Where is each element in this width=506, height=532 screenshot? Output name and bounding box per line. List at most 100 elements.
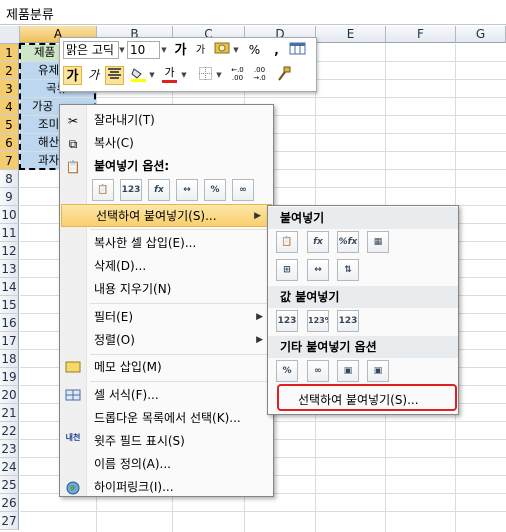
menu-item-insert-comment[interactable]: 메모 삽입(M) bbox=[60, 356, 273, 379]
menu-item-delete[interactable]: 삭제(D)... bbox=[60, 255, 273, 278]
submenu-no-borders-button[interactable]: ⊞ bbox=[276, 259, 298, 281]
paste-link-button[interactable]: ∞ bbox=[232, 179, 254, 201]
menu-item-label: 복사한 셀 삽입(E)... bbox=[94, 236, 197, 250]
row-header-4[interactable]: 4 bbox=[0, 98, 19, 116]
menu-item-paste-special[interactable]: 선택하여 붙여넣기(S)... ▶ bbox=[61, 204, 272, 227]
select-all-corner[interactable] bbox=[0, 26, 20, 44]
row-header-15[interactable]: 15 bbox=[0, 296, 19, 314]
row-header-20[interactable]: 20 bbox=[0, 386, 19, 404]
row-header-24[interactable]: 24 bbox=[0, 458, 19, 476]
submenu-picture-button[interactable]: ▣ bbox=[337, 360, 359, 382]
menu-item-format-cells[interactable]: 셀 서식(F)... bbox=[60, 384, 273, 407]
paste-transpose-button[interactable]: ↔ bbox=[176, 179, 198, 201]
accounting-format-button[interactable] bbox=[213, 41, 232, 60]
column-header-g[interactable]: G bbox=[456, 26, 506, 43]
menu-item-cut[interactable]: ✂ 잘라내기(T) bbox=[60, 109, 273, 132]
row-header-21[interactable]: 21 bbox=[0, 404, 19, 422]
row-header-17[interactable]: 17 bbox=[0, 332, 19, 350]
row-header-9[interactable]: 9 bbox=[0, 188, 19, 206]
row-header-12[interactable]: 12 bbox=[0, 242, 19, 260]
italic-button[interactable]: 가 bbox=[84, 66, 103, 85]
submenu-formatting-button[interactable]: % bbox=[276, 360, 298, 382]
row-header-5[interactable]: 5 bbox=[0, 116, 19, 134]
submenu-formulas-number-format-button[interactable]: %fx bbox=[337, 231, 359, 253]
paste-formulas-button[interactable]: fx bbox=[148, 179, 170, 201]
row-header-6[interactable]: 6 bbox=[0, 134, 19, 152]
submenu-values-button[interactable]: 123 bbox=[276, 310, 298, 332]
submenu-keep-source-format-button[interactable]: ▦ bbox=[367, 231, 389, 253]
row-header-8[interactable]: 8 bbox=[0, 170, 19, 188]
row-header-16[interactable]: 16 bbox=[0, 314, 19, 332]
borders-button[interactable] bbox=[196, 66, 215, 85]
font-name-box[interactable]: 맑은 고딕 bbox=[63, 41, 119, 59]
row-header-13[interactable]: 13 bbox=[0, 260, 19, 278]
row-header-18[interactable]: 18 bbox=[0, 350, 19, 368]
chevron-down-icon[interactable]: ▼ bbox=[148, 66, 156, 84]
paste-button[interactable]: 📋 bbox=[92, 179, 114, 201]
font-color-button[interactable]: 가 bbox=[160, 66, 179, 85]
row-header-1[interactable]: 1 bbox=[0, 44, 19, 62]
submenu-paste-link-button[interactable]: ∞ bbox=[307, 360, 329, 382]
align-center-button[interactable] bbox=[105, 66, 124, 85]
submenu-keep-column-widths-button[interactable]: ↔ bbox=[307, 259, 329, 281]
menu-item-label: 드롭다운 목록에서 선택(K)... bbox=[94, 411, 241, 425]
paste-formatting-button[interactable]: % bbox=[204, 179, 226, 201]
menu-item-clear-contents[interactable]: 내용 지우기(N) bbox=[60, 278, 273, 301]
row-header-26[interactable]: 26 bbox=[0, 494, 19, 512]
decrease-decimal-button[interactable]: .00 →.0 bbox=[250, 66, 269, 85]
row-header-19[interactable]: 19 bbox=[0, 368, 19, 386]
menu-item-sort[interactable]: 정렬(O) ▶ bbox=[60, 329, 273, 352]
row-header-7[interactable]: 7 bbox=[0, 152, 19, 170]
column-header-f[interactable]: F bbox=[386, 26, 456, 43]
formula-bar[interactable]: 제품분류 bbox=[0, 0, 506, 25]
chevron-down-icon[interactable]: ▼ bbox=[180, 66, 188, 84]
menu-item-label: 필터(E) bbox=[94, 310, 134, 324]
gridline bbox=[20, 511, 506, 512]
copy-icon: ⧉ bbox=[68, 137, 78, 151]
chevron-down-icon[interactable]: ▼ bbox=[160, 41, 168, 59]
format-painter-button[interactable] bbox=[274, 66, 293, 85]
chevron-down-icon[interactable]: ▼ bbox=[232, 41, 240, 59]
submenu-linked-picture-button[interactable]: ▣ bbox=[367, 360, 389, 382]
paste-values-button[interactable]: 123 bbox=[120, 179, 142, 201]
menu-item-filter[interactable]: 필터(E) ▶ bbox=[60, 306, 273, 329]
fill-color-button[interactable] bbox=[129, 66, 148, 85]
chevron-down-icon[interactable]: ▼ bbox=[215, 66, 223, 84]
submenu-formulas-button[interactable]: fx bbox=[307, 231, 329, 253]
menu-item-show-phonetic[interactable]: 내천 윗주 필드 표시(S) bbox=[60, 430, 273, 453]
row-header-23[interactable]: 23 bbox=[0, 440, 19, 458]
comma-style-button[interactable]: , bbox=[267, 41, 286, 60]
increase-decimal-button[interactable]: ←.0 .00 bbox=[228, 66, 247, 85]
chevron-down-icon[interactable]: ▼ bbox=[118, 41, 126, 59]
row-header-25[interactable]: 25 bbox=[0, 476, 19, 494]
submenu-paste-button[interactable]: 📋 bbox=[276, 231, 298, 253]
menu-item-label: 삭제(D)... bbox=[94, 259, 147, 273]
menu-separator bbox=[90, 381, 270, 382]
submenu-transpose-button[interactable]: ⇅ bbox=[337, 259, 359, 281]
bold-button[interactable]: 가 bbox=[63, 66, 82, 85]
font-size-box[interactable]: 10 bbox=[127, 41, 160, 59]
row-header-2[interactable]: 2 bbox=[0, 62, 19, 80]
row-header-22[interactable]: 22 bbox=[0, 422, 19, 440]
menu-item-label: 셀 서식(F)... bbox=[94, 388, 159, 402]
menu-item-label: 메모 삽입(M) bbox=[94, 360, 162, 374]
percent-style-button[interactable]: % bbox=[245, 41, 264, 60]
row-header-3[interactable]: 3 bbox=[0, 80, 19, 98]
comment-icon bbox=[65, 360, 81, 376]
row-header-14[interactable]: 14 bbox=[0, 278, 19, 296]
row-header-27[interactable]: 27 bbox=[0, 512, 19, 530]
column-header-e[interactable]: E bbox=[316, 26, 386, 43]
menu-item-copy[interactable]: ⧉ 복사(C) bbox=[60, 132, 273, 155]
menu-item-hyperlink[interactable]: 하이퍼링크(I)... bbox=[60, 476, 273, 499]
menu-separator bbox=[90, 354, 270, 355]
row-header-10[interactable]: 10 bbox=[0, 206, 19, 224]
grow-font-button[interactable]: 가 bbox=[171, 41, 190, 60]
submenu-values-number-format-button[interactable]: 123% bbox=[307, 310, 329, 332]
menu-item-insert-copied-cells[interactable]: 복사한 셀 삽입(E)... bbox=[60, 232, 273, 255]
row-header-11[interactable]: 11 bbox=[0, 224, 19, 242]
shrink-font-button[interactable]: 가 bbox=[191, 41, 210, 60]
format-table-button[interactable] bbox=[288, 41, 307, 60]
menu-item-define-name[interactable]: 이름 정의(A)... bbox=[60, 453, 273, 476]
submenu-values-source-format-button[interactable]: 123 bbox=[337, 310, 359, 332]
menu-item-pick-from-list[interactable]: 드롭다운 목록에서 선택(K)... bbox=[60, 407, 273, 430]
